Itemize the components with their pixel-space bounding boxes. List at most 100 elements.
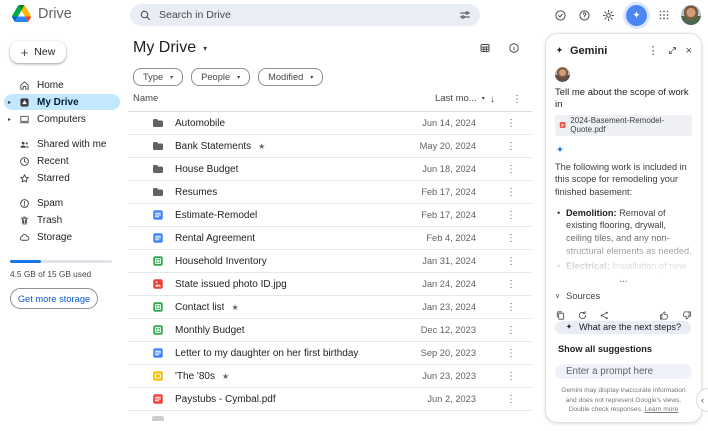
- copy-icon[interactable]: [555, 310, 566, 321]
- sidebar-item-computers[interactable]: ▸ Computers: [4, 111, 120, 127]
- search-input[interactable]: Search in Drive: [159, 9, 451, 21]
- show-all-suggestions-button[interactable]: Show all suggestions: [558, 344, 652, 354]
- settings-gear-icon[interactable]: [602, 9, 615, 22]
- sources-toggle[interactable]: ∨ Sources: [555, 291, 692, 301]
- file-row[interactable]: Rental Agreement Feb 4, 2024 ⋮: [128, 227, 532, 250]
- row-more-icon[interactable]: ⋮: [506, 233, 516, 244]
- file-row[interactable]: Contact list ★ Jan 23, 2024 ⋮: [128, 296, 532, 319]
- filter-modified[interactable]: Modified ▾: [258, 68, 323, 86]
- file-name: Contact list: [175, 302, 224, 313]
- file-row[interactable]: Household Inventory Jan 31, 2024 ⋮: [128, 250, 532, 273]
- trash-icon: [19, 215, 30, 226]
- suggestion-chip[interactable]: What are the next steps?: [555, 321, 691, 334]
- row-more-icon[interactable]: ⋮: [506, 279, 516, 290]
- sidebar-item-my-drive[interactable]: ▸ My Drive: [4, 94, 120, 110]
- file-name: Paystubs - Cymbal.pdf: [175, 394, 276, 405]
- offline-status-icon[interactable]: [554, 9, 567, 22]
- bullet-icon: •: [557, 207, 560, 220]
- gemini-response: The following work is included in this s…: [555, 161, 692, 276]
- gemini-spark-button[interactable]: [626, 5, 647, 26]
- gemini-spark-icon: [555, 46, 564, 55]
- get-more-storage-button[interactable]: Get more storage: [10, 288, 98, 309]
- file-name: Resumes: [175, 187, 217, 198]
- chevron-down-icon: ▾: [237, 74, 240, 81]
- drive-logo-icon: [12, 5, 31, 22]
- sidebar-item-trash[interactable]: Trash: [4, 212, 120, 228]
- row-more-icon[interactable]: ⋮: [506, 187, 516, 198]
- file-row[interactable]: Monthly Budget Dec 12, 2023 ⋮: [128, 319, 532, 342]
- grid-view-icon[interactable]: [479, 42, 491, 54]
- header-more-icon[interactable]: ⋮: [512, 94, 522, 105]
- gemini-panel-title: Gemini: [570, 45, 607, 57]
- filter-type[interactable]: Type ▾: [133, 68, 183, 86]
- file-reference-chip[interactable]: 2024-Basement-Remodel-Quote.pdf: [555, 115, 692, 136]
- row-more-icon[interactable]: ⋮: [506, 394, 516, 405]
- storage-usage-text: 4.5 GB of 15 GB used: [10, 269, 116, 279]
- panel-more-icon[interactable]: ⋮: [648, 44, 659, 57]
- search-options-icon[interactable]: [459, 9, 471, 21]
- chevron-down-icon: ▾: [310, 74, 313, 81]
- thumbs-up-icon[interactable]: [659, 310, 670, 321]
- row-more-icon[interactable]: ⋮: [506, 302, 516, 313]
- title-caret-icon[interactable]: ▾: [203, 44, 207, 53]
- sidebar-item-recent[interactable]: Recent: [4, 153, 120, 169]
- row-more-icon[interactable]: ⋮: [506, 118, 516, 129]
- expand-icon[interactable]: [668, 46, 677, 55]
- sidebar-item-starred[interactable]: Starred: [4, 170, 120, 186]
- column-last-modified[interactable]: Last mo... ▾: [435, 93, 485, 104]
- regenerate-icon[interactable]: [577, 310, 588, 321]
- file-list-panel: My Drive ▾ Type ▾ People ▾ Modified ▾ Na…: [128, 30, 532, 431]
- file-row[interactable]: Bank Statements ★ May 20, 2024 ⋮: [128, 135, 532, 158]
- file-row[interactable]: State issued photo ID.jpg Jan 24, 2024 ⋮: [128, 273, 532, 296]
- row-more-icon[interactable]: ⋮: [506, 210, 516, 221]
- expand-caret-icon[interactable]: ▸: [8, 99, 11, 106]
- file-row[interactable]: Automobile Jun 14, 2024 ⋮: [128, 112, 532, 135]
- search-icon[interactable]: [139, 9, 151, 21]
- plus-icon: +: [21, 46, 29, 59]
- apps-grid-icon[interactable]: [658, 9, 670, 21]
- row-more-icon[interactable]: ⋮: [506, 141, 516, 152]
- sidebar-item-home[interactable]: Home: [4, 77, 120, 93]
- expand-caret-icon[interactable]: ▸: [8, 116, 11, 123]
- share-icon[interactable]: [599, 310, 610, 321]
- file-modified-date: Jan 23, 2024: [422, 302, 476, 312]
- learn-more-link[interactable]: Learn more: [645, 406, 679, 413]
- column-name[interactable]: Name: [133, 93, 158, 104]
- row-more-icon[interactable]: ⋮: [506, 371, 516, 382]
- folder-icon: [152, 186, 164, 198]
- thumbs-down-icon[interactable]: [681, 310, 692, 321]
- page-title[interactable]: My Drive: [133, 39, 196, 57]
- docs-icon: [152, 209, 164, 221]
- truncation-ellipsis[interactable]: ...: [555, 276, 692, 284]
- file-row[interactable]: Letter to my daughter on her first birth…: [128, 342, 532, 365]
- new-button[interactable]: + New: [10, 41, 66, 63]
- row-more-icon[interactable]: ⋮: [506, 348, 516, 359]
- row-more-icon[interactable]: ⋮: [506, 256, 516, 267]
- file-row[interactable]: 'The '80s ★ Jun 23, 2023 ⋮: [128, 365, 532, 388]
- sidebar-item-shared-with-me[interactable]: Shared with me: [4, 136, 120, 152]
- filter-people[interactable]: People ▾: [191, 68, 250, 86]
- sidebar-item-spam[interactable]: Spam: [4, 195, 120, 211]
- file-row[interactable]: Resumes Feb 17, 2024 ⋮: [128, 181, 532, 204]
- help-icon[interactable]: [578, 9, 591, 22]
- sort-direction-icon[interactable]: ↓: [490, 94, 495, 105]
- file-row[interactable]: Estimate-Remodel Feb 17, 2024 ⋮: [128, 204, 532, 227]
- sidebar-item-storage[interactable]: Storage: [4, 229, 120, 245]
- prompt-input[interactable]: Enter a prompt here: [555, 364, 692, 380]
- close-icon[interactable]: ×: [686, 45, 692, 57]
- file-row[interactable]: House Budget Jun 18, 2024 ⋮: [128, 158, 532, 181]
- partially-visible-row: [128, 411, 532, 421]
- search-bar[interactable]: Search in Drive: [130, 4, 480, 26]
- file-name: Automobile: [175, 118, 225, 129]
- file-rows: Automobile Jun 14, 2024 ⋮ Bank Statement…: [128, 112, 532, 411]
- top-bar-actions: [554, 3, 701, 27]
- info-icon[interactable]: [508, 42, 520, 54]
- storage-progress-fill: [10, 260, 41, 263]
- row-more-icon[interactable]: ⋮: [506, 164, 516, 175]
- drive-brand[interactable]: Drive: [12, 5, 72, 22]
- file-row[interactable]: Paystubs - Cymbal.pdf Jun 2, 2023 ⋮: [128, 388, 532, 411]
- folder-icon: [152, 117, 164, 129]
- account-avatar[interactable]: [681, 5, 701, 25]
- row-more-icon[interactable]: ⋮: [506, 325, 516, 336]
- file-modified-date: Jan 31, 2024: [422, 256, 476, 266]
